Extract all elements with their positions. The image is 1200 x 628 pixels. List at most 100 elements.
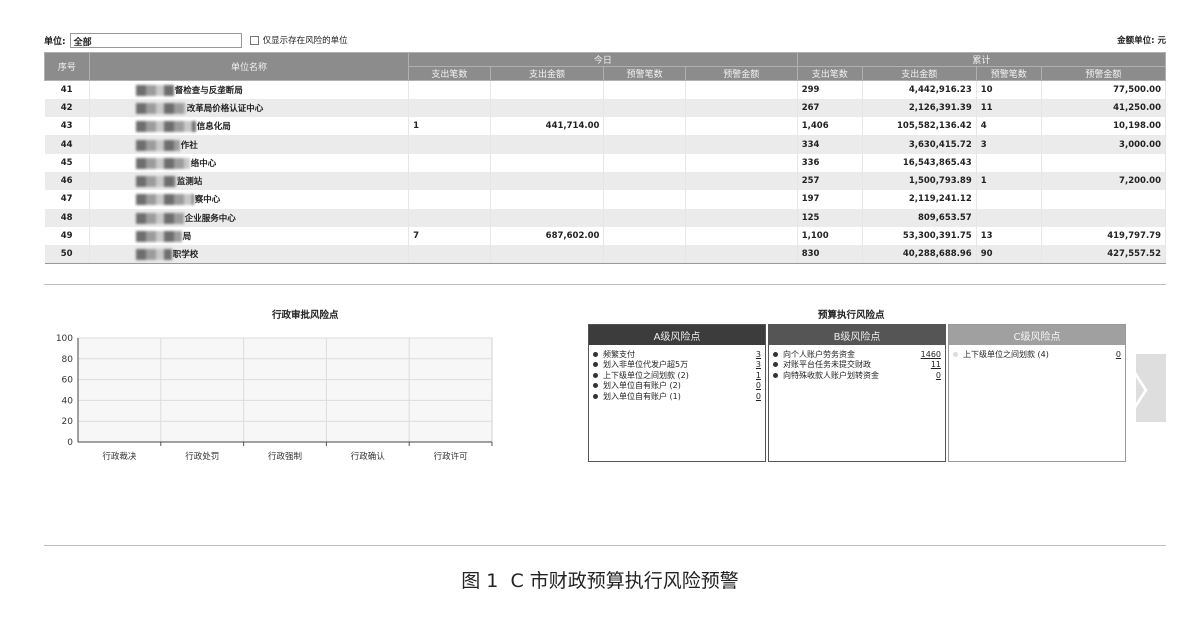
filter-bar: 单位: 全部 仅显示存在风险的单位 金额单位: 元 bbox=[44, 31, 1166, 49]
row-today-warn-amount bbox=[685, 171, 798, 191]
row-name: 信息化局 bbox=[89, 117, 410, 136]
table-row[interactable]: 41 督检查与反垄断局 299 4,442,916.23 10 77,500.00 bbox=[44, 80, 1167, 99]
x-tick-label: 行政处罚 bbox=[185, 451, 219, 462]
row-cum-warn-amount: 427,557.52 bbox=[1041, 245, 1167, 264]
risk-only-checkbox[interactable]: 仅显示存在风险的单位 bbox=[249, 34, 348, 46]
risk-item-label: 对账平台任务未提交财政 bbox=[783, 360, 871, 370]
col-today-count[interactable]: 支出笔数 bbox=[408, 66, 491, 81]
section-divider bbox=[44, 284, 1166, 285]
row-name: 局 bbox=[89, 226, 410, 246]
table-row[interactable]: 44 作社 334 3,630,415.72 3 3,000.00 bbox=[44, 135, 1167, 154]
row-cum-warn-count bbox=[976, 153, 1042, 172]
y-tick-label: 100 bbox=[56, 334, 73, 344]
row-today-warn-amount bbox=[685, 135, 798, 154]
col-today-warn-count[interactable]: 预警笔数 bbox=[603, 66, 686, 81]
row-cum-amount: 1,500,793.89 bbox=[862, 171, 977, 191]
unit-select[interactable]: 全部 bbox=[69, 32, 242, 48]
risk-item-count-link[interactable]: 0 bbox=[936, 371, 941, 380]
unit-name: 企业服务中心 bbox=[184, 213, 236, 224]
bullet-icon bbox=[953, 351, 958, 357]
table-row[interactable]: 45 络中心 336 16,543,865.43 bbox=[44, 153, 1167, 172]
risk-item-count-link[interactable]: 1 bbox=[756, 371, 761, 380]
row-seq: 47 bbox=[44, 190, 90, 209]
table-row[interactable]: 50 职学校 830 40,288,688.96 90 427,557.52 bbox=[44, 245, 1167, 264]
row-today-amount bbox=[490, 171, 605, 191]
row-seq: 45 bbox=[44, 153, 90, 172]
row-today-warn-count bbox=[603, 135, 686, 154]
redacted-name-block bbox=[135, 84, 174, 96]
col-seq[interactable]: 序号 bbox=[44, 52, 90, 81]
risk-item: 上下级单位之间划款 (4) 0 bbox=[953, 349, 1121, 360]
row-cum-warn-count: 90 bbox=[976, 245, 1042, 264]
row-today-warn-count bbox=[603, 98, 686, 118]
row-name: 职学校 bbox=[89, 245, 410, 264]
row-name: 改革局价格认证中心 bbox=[89, 98, 410, 118]
risk-item-count-link[interactable]: 3 bbox=[756, 350, 761, 359]
col-today-warn-amount[interactable]: 预警金额 bbox=[684, 66, 798, 81]
row-seq: 41 bbox=[44, 80, 90, 99]
risk-item: 上下级单位之间划款 (2) 1 bbox=[593, 370, 761, 381]
row-cum-warn-amount: 7,200.00 bbox=[1041, 171, 1167, 191]
redacted-name-block bbox=[135, 194, 194, 206]
col-cum-warn-amount[interactable]: 预警金额 bbox=[1040, 66, 1167, 81]
row-name: 络中心 bbox=[89, 153, 410, 172]
row-cum-amount: 3,630,415.72 bbox=[862, 135, 977, 154]
row-seq: 44 bbox=[44, 135, 90, 154]
table-row[interactable]: 42 改革局价格认证中心 267 2,126,391.39 11 41,250.00 bbox=[44, 98, 1167, 118]
row-today-warn-count bbox=[603, 245, 686, 264]
redacted-name-block bbox=[135, 249, 172, 261]
y-tick-label: 0 bbox=[67, 438, 73, 448]
row-today-warn-amount bbox=[685, 190, 798, 209]
next-arrow-button[interactable]: 〉 bbox=[1131, 354, 1171, 422]
risk-item-count-link[interactable]: 3 bbox=[756, 360, 761, 369]
col-cum-amount[interactable]: 支出金额 bbox=[861, 66, 977, 81]
row-today-warn-count bbox=[603, 80, 686, 99]
row-cum-warn-amount bbox=[1041, 190, 1167, 209]
table-row[interactable]: 47 察中心 197 2,119,241.12 bbox=[44, 190, 1167, 209]
unit-name: 职学校 bbox=[172, 250, 199, 261]
row-today-warn-count bbox=[603, 117, 686, 136]
col-group-today: 今日 bbox=[408, 52, 798, 67]
risk-item-count-link[interactable]: 11 bbox=[931, 360, 941, 369]
risk-panel-header: B级风险点 bbox=[769, 325, 945, 345]
col-name[interactable]: 单位名称 bbox=[88, 52, 410, 81]
risk-item-label: 上下级单位之间划款 (2) bbox=[603, 370, 689, 380]
redacted-name-block bbox=[135, 139, 180, 151]
row-cum-count: 125 bbox=[797, 208, 863, 227]
row-today-amount: 687,602.00 bbox=[490, 226, 605, 246]
risk-item: 对账平台任务未提交财政 11 bbox=[773, 360, 941, 371]
unit-label: 单位: bbox=[44, 36, 66, 47]
row-cum-warn-amount: 41,250.00 bbox=[1041, 98, 1167, 118]
header-row-1: 序号 单位名称 今日 累计 bbox=[44, 52, 1167, 81]
y-tick-label: 80 bbox=[62, 355, 74, 365]
x-tick-label: 行政强制 bbox=[268, 451, 302, 462]
risk-item-count-link[interactable]: 0 bbox=[756, 381, 761, 390]
bullet-icon bbox=[593, 383, 598, 389]
col-cum-count[interactable]: 支出笔数 bbox=[796, 66, 863, 81]
row-today-warn-amount bbox=[685, 245, 798, 264]
risk-panels: A级风险点 频繁支付 3 划入非单位代发户超5万 3 上下级单位之间划款 (2) 1 划入单位… bbox=[588, 324, 1126, 462]
row-today-count bbox=[408, 245, 491, 264]
checkbox-box[interactable] bbox=[249, 35, 259, 45]
redacted-name-block bbox=[135, 231, 182, 243]
redacted-name-block bbox=[135, 102, 186, 114]
table-row[interactable]: 46 监测站 257 1,500,793.89 1 7,200.00 bbox=[44, 171, 1167, 191]
risk-panel-c: C级风险点 上下级单位之间划款 (4) 0 bbox=[948, 324, 1126, 462]
col-today-amount[interactable]: 支出金额 bbox=[489, 66, 605, 81]
risk-item-count-link[interactable]: 0 bbox=[756, 392, 761, 401]
row-cum-count: 197 bbox=[797, 190, 863, 209]
table-row[interactable]: 49 局 7 687,602.00 1,100 53,300,391.75 13 419,79… bbox=[44, 226, 1167, 246]
risk-item-count-link[interactable]: 0 bbox=[1116, 350, 1121, 359]
row-cum-warn-amount: 3,000.00 bbox=[1041, 135, 1167, 154]
table-row[interactable]: 43 信息化局 1 441,714.00 1,406 105,582,136.42 4 10,… bbox=[44, 117, 1167, 136]
col-cum-warn-count[interactable]: 预警笔数 bbox=[975, 66, 1042, 81]
risk-item-label: 向个人账户劳务资金 bbox=[783, 349, 855, 359]
risk-item-list: 频繁支付 3 划入非单位代发户超5万 3 上下级单位之间划款 (2) 1 划入单位自有账户 … bbox=[589, 345, 765, 402]
row-seq: 50 bbox=[44, 245, 90, 264]
table-row[interactable]: 48 企业服务中心 125 809,653.57 bbox=[44, 208, 1167, 227]
bullet-icon bbox=[593, 393, 598, 399]
row-today-count bbox=[408, 190, 491, 209]
risk-item-count-link[interactable]: 1460 bbox=[921, 350, 941, 359]
row-name: 督检查与反垄断局 bbox=[89, 80, 410, 99]
row-cum-amount: 809,653.57 bbox=[862, 208, 977, 227]
